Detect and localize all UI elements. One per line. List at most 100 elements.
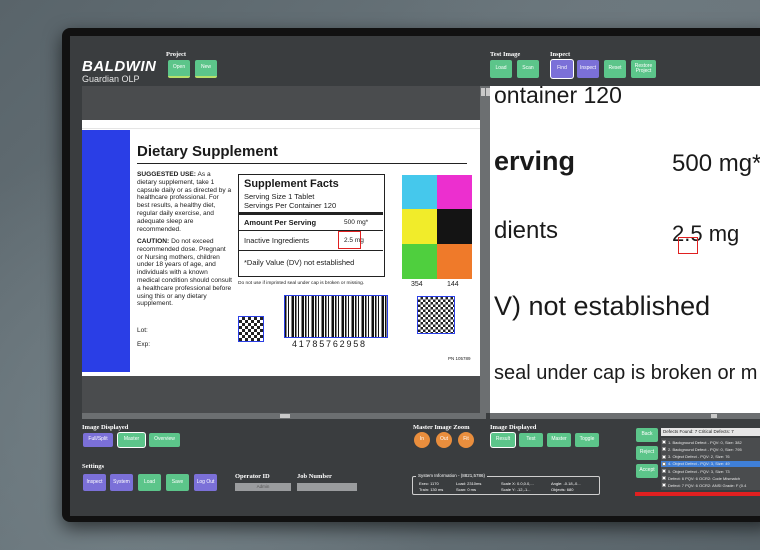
result-view-button[interactable]: Result: [491, 433, 515, 447]
zoom-scroll-thumb[interactable]: [486, 88, 490, 96]
label-title: Dietary Supplement: [137, 143, 278, 160]
facts-rule-2: [239, 250, 383, 251]
defect-list-item[interactable]: 4. Object Defect - PQV: 3, Size: 49: [661, 460, 760, 468]
reject-status-bar: [635, 492, 760, 496]
test-image-zoom-panel[interactable]: ontainer 120 erving 500 mg* dients 2.5 m…: [490, 86, 760, 413]
defect-checkbox[interactable]: [662, 469, 666, 474]
zoom-vertical-scrollbar[interactable]: [486, 86, 490, 413]
lot-label: Lot:: [137, 327, 148, 334]
label-title-rule: [137, 163, 467, 164]
toggle-view-button[interactable]: Toggle: [575, 433, 599, 447]
zoom-hscroll-thumb[interactable]: [711, 414, 717, 418]
system-info-scale-x: Scale X: 0.0,0.0,...: [501, 481, 534, 486]
defect-checkbox[interactable]: [662, 483, 666, 488]
test-view-button[interactable]: Test: [519, 433, 543, 447]
defect-back-button[interactable]: Back: [636, 428, 658, 442]
part-number: PN 105789: [448, 356, 471, 361]
amount-per-serving-value: 500 mg*: [344, 219, 369, 226]
defect-checkbox[interactable]: [662, 454, 666, 459]
system-info-box: System Information - (8821,5786) Exec: 1…: [412, 473, 600, 495]
logout-button[interactable]: Log Out: [194, 474, 217, 491]
defect-marker-box[interactable]: [338, 231, 361, 249]
project-new-button[interactable]: New: [195, 60, 217, 78]
system-info-load: Load: 2310ms: [456, 481, 482, 486]
system-info-angle: Angle: -0.18,-0...: [551, 481, 581, 486]
swatch-cyan: [402, 175, 437, 209]
swatch-yellow: [402, 209, 437, 244]
master-view-button[interactable]: Master: [118, 433, 145, 447]
settings-system-button[interactable]: System: [110, 474, 133, 491]
inactive-ingredients-label: Inactive Ingredients: [244, 236, 310, 245]
overview-button[interactable]: Overview: [149, 433, 180, 447]
seal-note: Do not use if imprinted seal under cap i…: [238, 281, 365, 286]
swatch-black: [437, 209, 472, 244]
defect-list-item[interactable]: 3. Object Defect - PQV: 2, Size: 76: [661, 453, 760, 460]
zoom-defect-marker[interactable]: [678, 237, 698, 254]
inspect-find-button[interactable]: Find: [551, 60, 573, 78]
horizontal-scroll-thumb[interactable]: [280, 414, 290, 418]
project-open-button[interactable]: Open: [168, 60, 190, 78]
color-swatch-grid: [402, 175, 472, 279]
defect-checkbox[interactable]: [662, 440, 666, 445]
defects-summary: Defects Found: 7 Critical Defects: 7: [661, 428, 760, 436]
defect-item-label: 1. Background Defect - PQV: 0, Size: 382: [668, 439, 742, 445]
master-right-view-button[interactable]: Master: [547, 433, 571, 447]
defect-item-label: 3. Object Defect - PQV: 2, Size: 76: [668, 454, 730, 460]
zoom-in-button[interactable]: In: [414, 432, 430, 448]
defect-checkbox[interactable]: [662, 447, 666, 452]
zoom-line-3a: dients: [494, 217, 559, 244]
test-image-load-button[interactable]: Load: [490, 60, 512, 78]
settings-load-button[interactable]: Load: [138, 474, 161, 491]
test-image-scan-button[interactable]: Scan: [517, 60, 539, 78]
label-top-edge: [82, 120, 480, 129]
defect-item-label: 2. Background Defect - PQV: 0, Size: 795: [668, 446, 742, 452]
master-horizontal-scrollbar[interactable]: [82, 413, 486, 419]
settings-inspect-button[interactable]: Inspect: [83, 474, 106, 491]
defect-item-label: Defect: 6 PQV: 6 OCR2: Code Mismatch: [668, 475, 741, 481]
daily-value-note: *Daily Value (DV) not established: [244, 258, 355, 267]
defect-list-item[interactable]: Defect: 6 PQV: 6 OCR2: Code Mismatch: [661, 475, 760, 482]
exp-label: Exp:: [137, 341, 151, 348]
project-group-label: Project: [166, 51, 187, 58]
defect-list-item[interactable]: 2. Background Defect - PQV: 0, Size: 795: [661, 446, 760, 453]
datamatrix-code-left: [238, 316, 264, 342]
inspect-inspect-button[interactable]: Inspect: [577, 60, 599, 78]
operator-id-field[interactable]: Admin: [235, 483, 291, 491]
defect-list-item[interactable]: 5. Object Defect - PQV: 3, Size: 73: [661, 468, 760, 475]
suggested-use-text: SUGGESTED USE: As a dietary supplement, …: [137, 171, 232, 233]
servings-per-container: Servings Per Container 120: [244, 201, 337, 210]
defect-list-item[interactable]: Defect: 7 PQV: 6 OCR2: ANSI Grade: F (0.…: [661, 482, 760, 489]
defect-item-label: 5. Object Defect - PQV: 3, Size: 73: [668, 468, 730, 474]
defect-reject-button[interactable]: Reject: [636, 446, 658, 460]
swatch-label-354: 354: [411, 281, 423, 288]
full-split-button[interactable]: Full/Split: [83, 433, 113, 447]
defect-checkbox[interactable]: [662, 461, 666, 466]
system-info-title: System Information - (8821,5786): [416, 473, 488, 478]
amount-per-serving-label: Amount Per Serving: [244, 218, 317, 227]
zoom-line-5: seal under cap is broken or m: [494, 362, 758, 384]
vertical-scroll-thumb[interactable]: [481, 88, 485, 96]
inspect-reset-button[interactable]: Reset: [604, 60, 626, 78]
swatch-green: [402, 244, 437, 279]
inspect-group-label: Inspect: [550, 51, 571, 58]
zoom-line-2b: 500 mg*: [672, 150, 760, 177]
zoom-out-button[interactable]: Out: [436, 432, 452, 448]
job-number-field[interactable]: [297, 483, 357, 491]
zoom-fit-button[interactable]: Fit: [458, 432, 474, 448]
defect-item-label: Defect: 7 PQV: 6 OCR2: ANSI Grade: F (0.…: [668, 482, 747, 488]
defect-checkbox[interactable]: [662, 476, 666, 481]
zoom-line-4: V) not established: [494, 291, 711, 321]
zoom-horizontal-scrollbar[interactable]: [490, 413, 760, 419]
defect-list-item[interactable]: 1. Background Defect - PQV: 0, Size: 382: [661, 439, 760, 446]
inspect-restore-button[interactable]: Restore Project: [631, 60, 656, 78]
settings-save-button[interactable]: Save: [166, 474, 189, 491]
supplement-facts-box: Supplement Facts Serving Size 1 Tablet S…: [238, 174, 385, 277]
brand-logo: BALDWIN: [82, 58, 157, 75]
brand-product: Guardian OLP: [82, 74, 140, 84]
barcode: [284, 295, 388, 338]
job-number-label: Job Number: [297, 473, 332, 480]
operator-id-label: Operator ID: [235, 473, 270, 480]
defect-list[interactable]: 1. Background Defect - PQV: 0, Size: 382…: [661, 438, 760, 490]
defect-accept-button[interactable]: Accept: [636, 464, 658, 478]
caution-text: CAUTION: Do not exceed recommended dose.…: [137, 238, 232, 308]
